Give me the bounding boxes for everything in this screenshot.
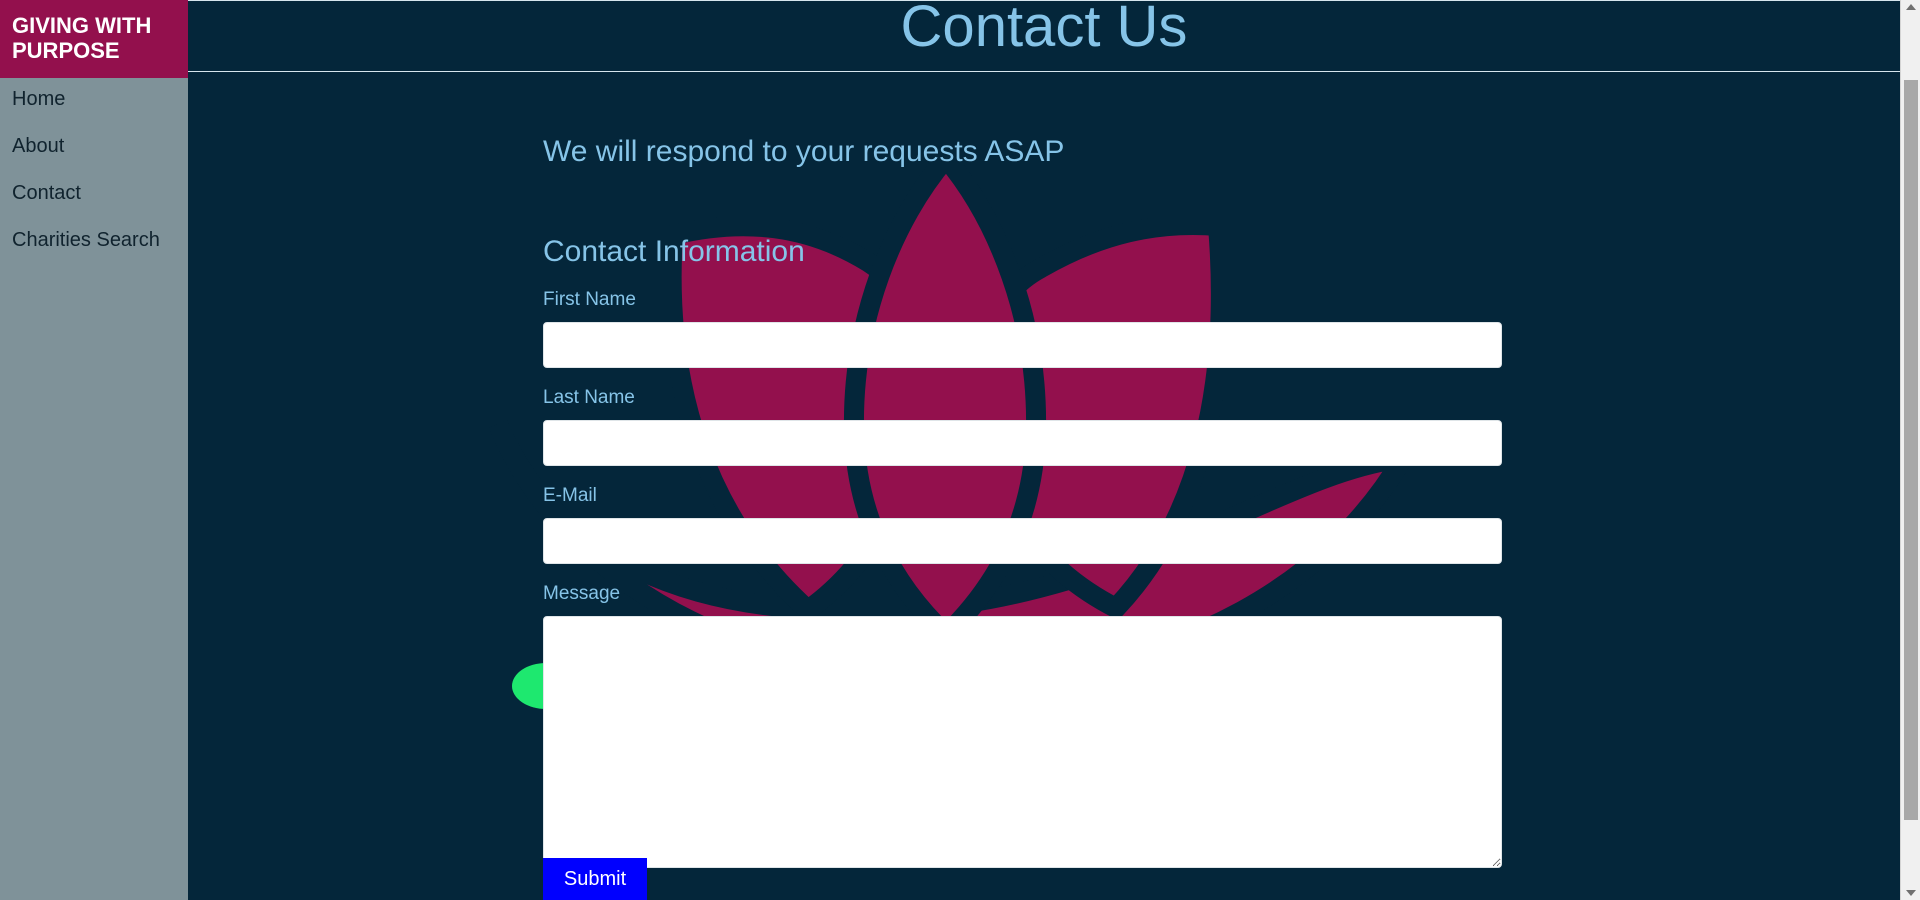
site-brand[interactable]: GIVING WITH PURPOSE xyxy=(0,0,188,78)
scroll-down-icon[interactable] xyxy=(1906,890,1916,896)
page-header: Contact Us xyxy=(188,0,1900,72)
email-field[interactable] xyxy=(543,518,1502,564)
last-name-field[interactable] xyxy=(543,420,1502,466)
vertical-scrollbar[interactable] xyxy=(1900,0,1920,900)
sidebar: GIVING WITH PURPOSE Home About Contact C… xyxy=(0,0,188,900)
email-label: E-Mail xyxy=(543,485,597,506)
message-field[interactable] xyxy=(543,616,1502,868)
page-title: Contact Us xyxy=(900,0,1188,59)
last-name-label: Last Name xyxy=(543,387,635,408)
contact-form-section: We will respond to your requests ASAP Co… xyxy=(543,128,1502,886)
contact-information-title: Contact Information xyxy=(543,235,805,268)
scroll-up-icon[interactable] xyxy=(1906,4,1916,10)
message-label: Message xyxy=(543,583,621,604)
main-content: Contact Us We will respond to your reque… xyxy=(188,0,1900,900)
sidebar-item-contact[interactable]: Contact xyxy=(12,182,182,205)
sidebar-item-about[interactable]: About xyxy=(12,135,182,158)
first-name-field[interactable] xyxy=(543,322,1502,368)
submit-button[interactable]: Submit xyxy=(543,858,647,900)
first-name-label: First Name xyxy=(543,289,636,310)
scroll-thumb[interactable] xyxy=(1904,80,1918,820)
sidebar-item-charities-search[interactable]: Charities Search xyxy=(12,229,182,252)
response-note: We will respond to your requests ASAP xyxy=(543,135,1065,168)
sidebar-item-home[interactable]: Home xyxy=(12,88,182,111)
sidebar-navigation: Home About Contact Charities Search xyxy=(12,88,182,276)
